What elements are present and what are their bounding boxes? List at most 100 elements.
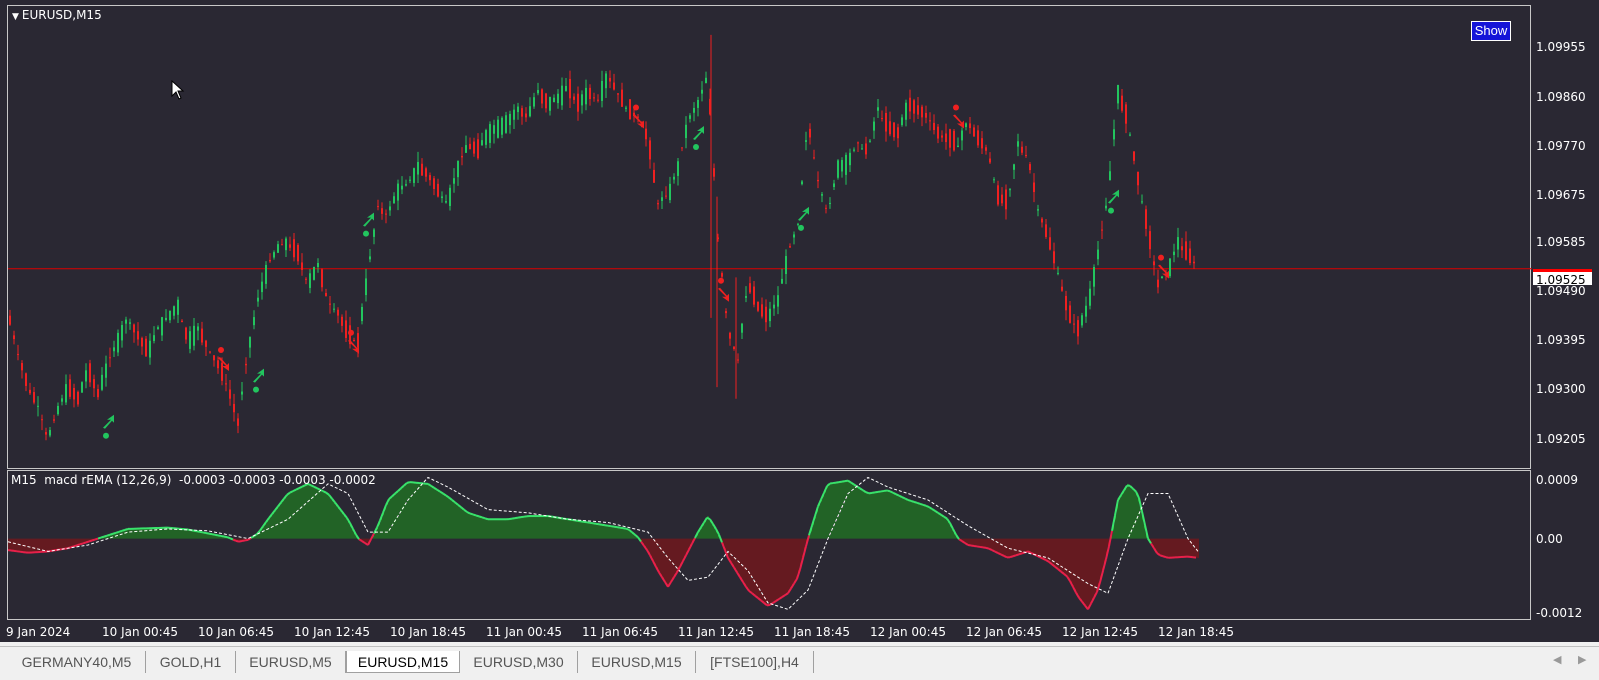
candle [13,330,15,345]
candle [913,98,915,123]
macd-line-segment [991,549,996,553]
time-axis-label: 11 Jan 18:45 [774,625,850,639]
candle [1061,279,1063,292]
candle [741,322,743,339]
candle [1129,132,1131,137]
macd-line-segment [484,517,489,521]
candle [85,363,87,389]
candle [473,137,475,157]
macd-line-segment [259,525,264,532]
candle [57,402,59,416]
macd-line-segment [1153,547,1158,554]
macd-line-segment [1147,538,1152,544]
candle [185,326,187,344]
candle [1185,231,1187,261]
macd-line-segment [106,533,111,537]
candle [661,191,663,209]
candle [1169,258,1171,278]
candle [677,158,679,186]
time-axis-label: 11 Jan 12:45 [678,625,754,639]
time-axis-label: 9 Jan 2024 [6,625,71,639]
candle [353,337,355,342]
tab-eurusd-m15[interactable]: EURUSD,M15 [346,651,460,673]
tab-eurusd-m5[interactable]: EURUSD,M5 [236,651,346,673]
candle [893,122,895,141]
candle [145,335,147,357]
time-axis-label: 11 Jan 06:45 [582,625,658,639]
candle [253,310,255,330]
candle [161,316,163,342]
candle [1133,151,1135,165]
candle [317,258,319,273]
macd-line-segment [118,529,123,533]
candle [889,111,891,137]
candle [217,356,219,374]
candle [721,271,723,279]
candle [997,180,999,207]
macd-line-segment [721,542,726,551]
candle [257,289,259,307]
macd-line-segment [88,539,93,543]
candle [453,168,455,193]
candle [785,249,787,285]
candle [173,305,175,320]
candle [1109,160,1111,181]
tab-gold-h1[interactable]: GOLD,H1 [146,651,236,673]
macd-line-segment [85,540,90,544]
candle [9,309,11,326]
candle [113,340,115,358]
candle [165,309,167,322]
buy-arrow-icon [363,212,374,237]
tab-scroll-right-icon[interactable]: ▶ [1578,653,1586,666]
macd-line-segment [634,534,639,539]
macd-line-segment [1018,552,1023,556]
tab-eurusd-m30[interactable]: EURUSD,M30 [460,651,578,673]
candle [901,114,903,127]
candle [29,382,31,395]
collapse-triangle-icon[interactable]: ▼ [12,12,19,22]
macd-line-segment [1069,580,1074,588]
macd-line-segment [778,596,783,600]
macd-line-segment [910,499,915,503]
tab-scroll-left-icon[interactable]: ◀ [1553,653,1561,666]
candle [269,253,271,263]
macd-line-segment [1132,487,1137,493]
candle [821,192,823,203]
price-axis-label: 1.09585 [1536,235,1586,249]
macd-line-segment [121,528,126,532]
candle [1025,145,1027,158]
candle [1141,194,1143,205]
sell-arrow-icon [953,104,964,129]
candle [645,121,647,147]
candle [745,286,747,303]
macd-line-segment [193,529,198,533]
macd-line-segment [628,528,633,534]
macd-line-segment [946,518,951,524]
macd-line-segment [688,543,693,550]
tab-germany40-m5[interactable]: GERMANY40,M5 [8,651,146,673]
candle [177,296,179,324]
candle [141,336,143,355]
candle [545,92,547,113]
macd-line-segment [454,501,459,506]
candle [981,131,983,155]
chart-area[interactable]: ▼ EURUSD,M15 Show M15 macd rEMA (12,26,9)… [0,0,1599,642]
macd-line-segment [328,494,333,500]
macd-line-segment [670,576,675,583]
candle [697,96,699,117]
macd-line-segment [214,533,219,537]
candle [477,133,479,160]
candle [237,413,239,434]
candle [313,266,315,281]
macd-line-segment [772,600,777,604]
candle [225,374,227,392]
candle [753,280,755,308]
macd-line-segment [241,539,246,542]
tab-eurusd-m15[interactable]: EURUSD,M15 [578,651,696,673]
candle [493,119,495,144]
tab-ftse100-h4[interactable]: [FTSE100],H4 [696,651,814,673]
candle [957,137,959,148]
candle [1137,171,1139,195]
show-button[interactable]: Show [1471,21,1511,41]
candle [93,374,95,397]
